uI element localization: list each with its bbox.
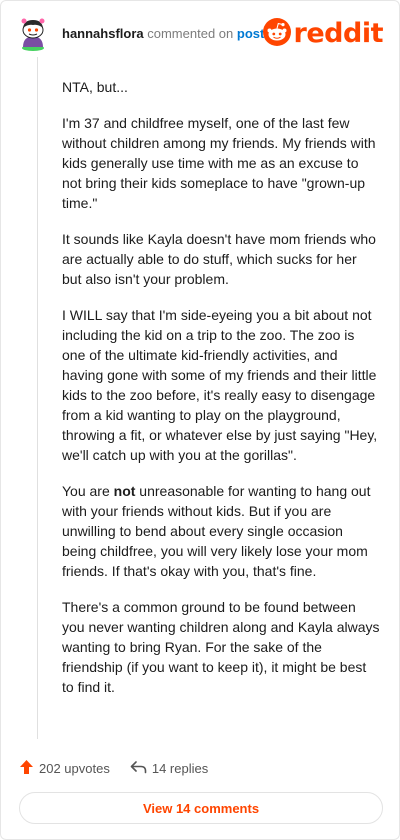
comment-paragraph: NTA, but... (62, 79, 128, 95)
comment-bold-text: not (113, 483, 136, 499)
comment-card: hannahsflora commented on post reddit NT… (0, 0, 400, 840)
comment-byline: hannahsflora commented on post (62, 26, 264, 41)
upvote-button[interactable]: 202 upvotes (19, 759, 110, 778)
reply-arrow-icon (130, 760, 152, 777)
reddit-snoo-icon (262, 17, 291, 51)
upvote-arrow-icon (19, 759, 39, 778)
reddit-wordmark: reddit (293, 18, 384, 49)
username-link[interactable]: hannahsflora (62, 26, 144, 41)
comment-paragraph: It sounds like Kayla doesn't have mom fr… (62, 231, 376, 287)
comment-actions: 202 upvotes 14 replies (19, 758, 208, 778)
reddit-logo[interactable]: reddit (262, 17, 384, 51)
comment-text: You are (62, 483, 114, 499)
comment-header: hannahsflora commented on post reddit (18, 17, 384, 53)
comment-paragraph: You are not unreasonable for wanting to … (62, 481, 380, 581)
comment-paragraph: I WILL say that I'm side-eyeing you a bi… (62, 307, 378, 463)
byline-action-text: commented on (147, 26, 234, 41)
upvote-count: 202 upvotes (39, 760, 110, 776)
user-avatar-icon[interactable] (18, 17, 48, 51)
comment-paragraph: There's a common ground to be found betw… (62, 599, 380, 695)
thread-line[interactable] (37, 57, 38, 739)
replies-button[interactable]: 14 replies (130, 760, 208, 777)
comment-body: NTA, but... I'm 37 and childfree myself,… (62, 77, 380, 713)
comment-paragraph: I'm 37 and childfree myself, one of the … (62, 115, 376, 211)
post-link[interactable]: post (237, 26, 264, 41)
reply-count: 14 replies (151, 760, 209, 776)
view-comments-button[interactable]: View 14 comments (19, 792, 383, 824)
